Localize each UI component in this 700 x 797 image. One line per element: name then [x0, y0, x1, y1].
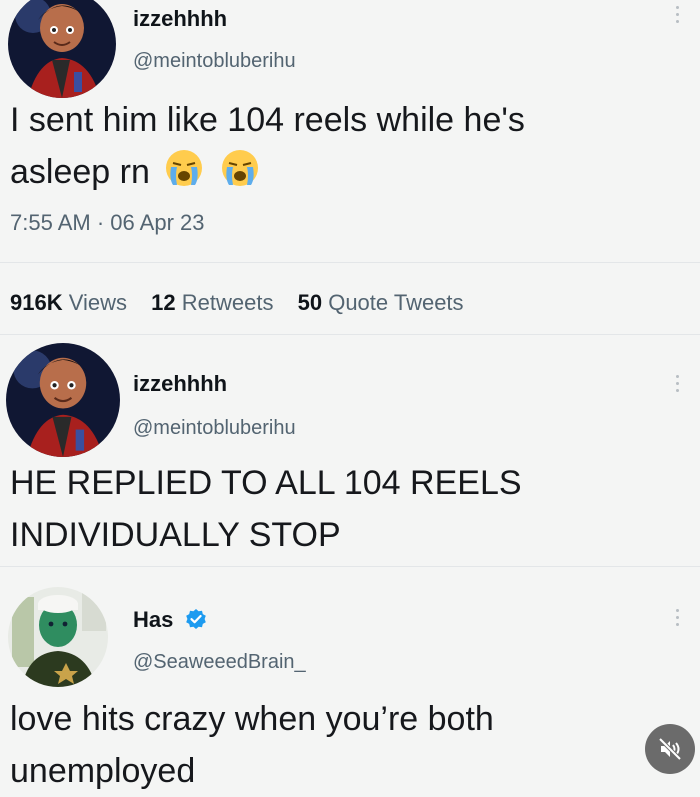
tweet-text-line-1: I sent him like 104 reels while he's [10, 101, 525, 139]
tweet-text-line-2: unemployed [10, 752, 196, 790]
display-name[interactable]: Has [133, 607, 207, 633]
divider [0, 262, 700, 263]
mute-button[interactable] [645, 724, 695, 774]
more-options-icon[interactable] [676, 605, 682, 630]
display-name-text: Has [133, 607, 174, 632]
loudly-crying-face-icon [166, 150, 203, 186]
user-handle[interactable]: @meintobluberihu [133, 50, 296, 73]
tweet-date: 06 Apr 23 [110, 210, 205, 235]
avatar[interactable] [8, 0, 116, 98]
avatar[interactable] [8, 587, 108, 687]
tweet-2: izzehhhh @meintobluberihu HE REPLIED TO … [0, 335, 700, 565]
views-count: 916K [10, 290, 63, 315]
tweet-text-line-2: INDIVIDUALLY STOP [10, 516, 341, 554]
user-handle[interactable]: @meintobluberihu [133, 417, 296, 440]
tweet-timestamp[interactable]: 7:55 AM · 06 Apr 23 [10, 210, 204, 236]
tweet-1: izzehhhh @meintobluberihu I sent him lik… [0, 0, 700, 340]
tweet-text-line-2: asleep rn [10, 146, 525, 198]
loudly-crying-face-icon [221, 150, 258, 186]
meta-separator: · [96, 210, 105, 235]
retweets-count: 12 [151, 290, 176, 315]
more-options-icon[interactable] [676, 2, 682, 27]
user-handle[interactable]: @SeaweeedBrain_ [133, 651, 306, 674]
verified-badge-icon [186, 609, 207, 629]
tweet-text-line-2-words: asleep rn [10, 153, 150, 191]
retweets-stat[interactable]: 12 Retweets [151, 290, 273, 315]
tweet-text: HE REPLIED TO ALL 104 REELS INDIVIDUALLY… [10, 457, 522, 561]
more-options-icon[interactable] [676, 371, 682, 396]
display-name[interactable]: izzehhhh [133, 371, 227, 397]
views-stat[interactable]: 916K Views [10, 290, 127, 315]
tweet-3: Has @SeaweeedBrain_ love hits crazy when… [0, 567, 700, 797]
quote-tweets-count: 50 [297, 290, 323, 315]
tweet-text-line-1: HE REPLIED TO ALL 104 REELS [10, 464, 522, 502]
tweet-time: 7:55 AM [10, 210, 91, 235]
retweets-label: Retweets [181, 290, 274, 315]
avatar[interactable] [6, 343, 120, 457]
views-label: Views [68, 290, 128, 315]
quote-tweets-stat[interactable]: 50 Quote Tweets [298, 290, 464, 315]
tweet-stats: 916K Views 12 Retweets 50 Quote Tweets [10, 290, 482, 316]
display-name[interactable]: izzehhhh [133, 6, 227, 32]
tweet-text: I sent him like 104 reels while he's asl… [10, 94, 525, 198]
quote-tweets-label: Quote Tweets [328, 290, 464, 315]
mute-icon [658, 737, 682, 761]
tweet-text: love hits crazy when you’re both unemplo… [10, 693, 494, 797]
tweet-text-line-1: love hits crazy when you’re both [10, 700, 494, 738]
